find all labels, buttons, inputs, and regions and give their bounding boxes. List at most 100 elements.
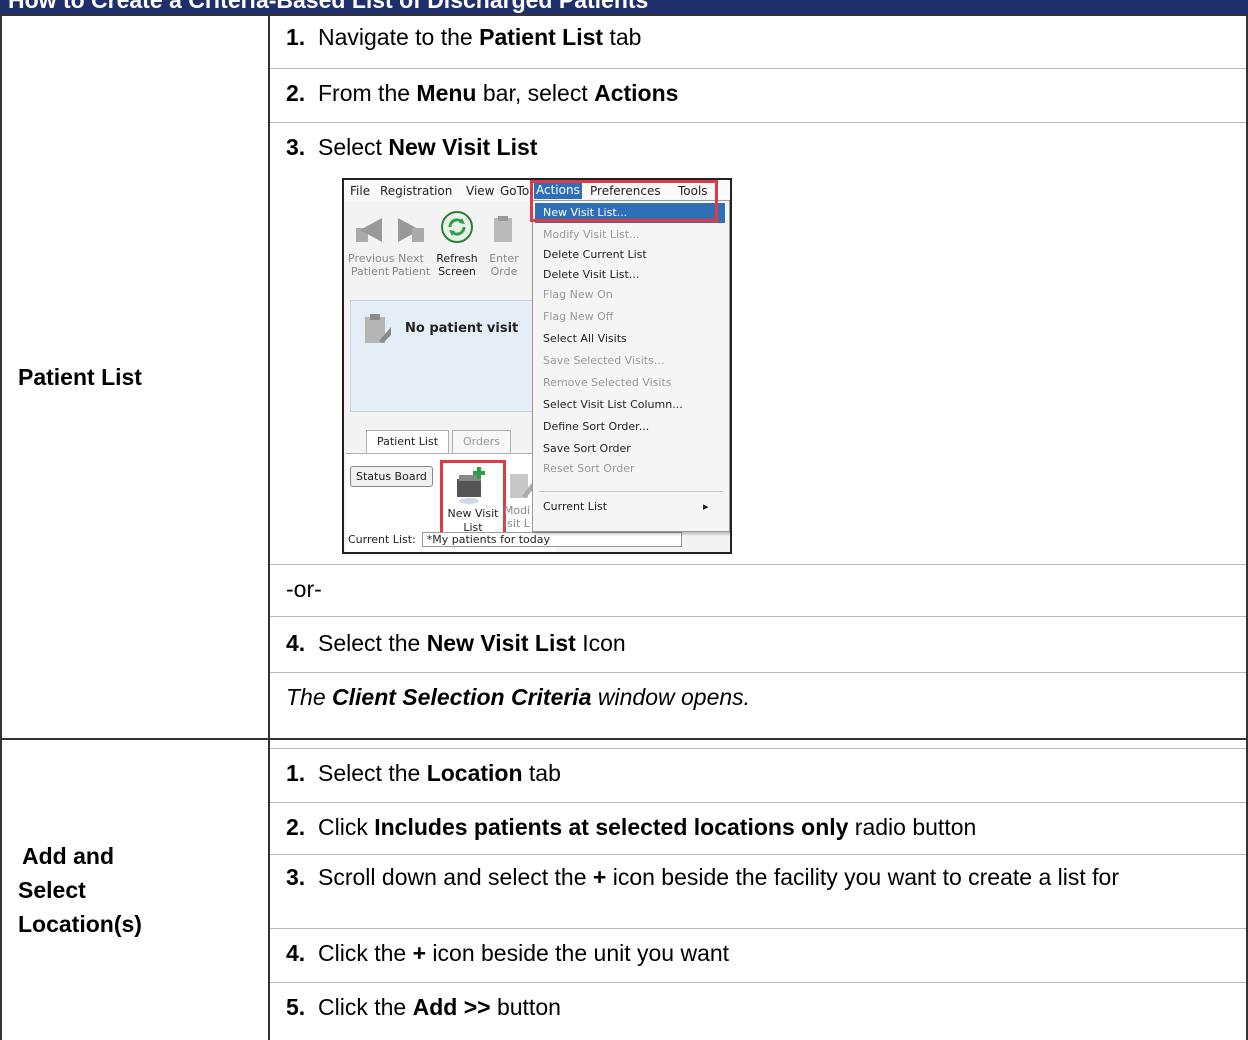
page-title: How to Create a Criteria-Based List of D… — [8, 0, 649, 13]
step-number: 3. — [286, 864, 306, 890]
step-text: Select the — [318, 630, 427, 656]
or-separator: -or- — [286, 576, 322, 602]
section-label-add-location: Add and Select Location(s) — [0, 738, 270, 1040]
step-text: Icon — [575, 630, 626, 656]
menu-item-select-visit-list-column[interactable]: Select Visit List Column... — [543, 395, 683, 415]
menu-item-modify-visit-list[interactable]: Modify Visit List... — [543, 225, 640, 245]
section-body-patient-list: 1. Navigate to the Patient List tab 2. Fro… — [268, 14, 1248, 740]
step-number: 1. — [286, 24, 306, 50]
step-text: Select — [318, 134, 389, 160]
next-patient-label: Next Patient — [391, 252, 431, 278]
menu-item-current-list[interactable]: Current List — [543, 497, 607, 517]
step-text: Select the — [318, 760, 427, 786]
embedded-screenshot: File Registration View GoTo Actions Pref… — [342, 178, 732, 554]
step-bold: + — [412, 940, 427, 966]
new-visit-list-icon — [457, 467, 485, 504]
step-text: tab — [603, 24, 642, 50]
step-1: 1. Select the Location tab — [286, 760, 561, 787]
step-text: bar, select — [476, 80, 595, 106]
menu-item-flag-new-off[interactable]: Flag New Off — [543, 307, 613, 327]
step-bold: New Visit List — [426, 630, 576, 656]
step-text: button — [490, 994, 561, 1020]
refresh-screen-icon[interactable] — [440, 210, 474, 244]
divider — [270, 748, 1246, 749]
step-number: 2. — [286, 814, 306, 840]
new-visit-list-label: New Visit List — [447, 507, 499, 534]
menu-item-remove-selected-visits[interactable]: Remove Selected Visits — [543, 373, 672, 393]
previous-patient-icon[interactable] — [354, 214, 384, 244]
step-text: Navigate to the — [318, 24, 480, 50]
menu-item-flag-new-on[interactable]: Flag New On — [543, 285, 613, 305]
previous-patient-label: Previous Patient — [348, 252, 395, 278]
label-line: Add and — [22, 843, 114, 869]
current-list-field[interactable]: *My patients for today — [421, 532, 682, 547]
step-bold: Includes patients at selected locations … — [374, 814, 849, 840]
step-number: 5. — [286, 994, 306, 1020]
section-body-add-location: 1. Select the Location tab 2. Click Includ… — [268, 738, 1248, 1040]
divider — [270, 122, 1246, 123]
step-3: 3. Scroll down and select the + icon bes… — [286, 864, 1186, 891]
menu-item-delete-visit-list[interactable]: Delete Visit List... — [543, 265, 639, 285]
step-3: 3. Select New Visit List — [286, 134, 537, 161]
status-board-button[interactable]: Status Board — [350, 466, 433, 487]
menu-goto[interactable]: GoTo — [500, 184, 529, 198]
step-4: 4. Click the + icon beside the unit you w… — [286, 940, 729, 967]
table-row: Add and Select Location(s) 1. Select the … — [0, 738, 1248, 1040]
label-line: Location(s) — [18, 911, 142, 937]
divider — [270, 564, 1246, 565]
label-line: Select — [18, 877, 86, 903]
step-2: 2. From the Menu bar, select Actions — [286, 80, 678, 107]
divider — [270, 672, 1246, 673]
step-number: 2. — [286, 80, 306, 106]
divider — [270, 928, 1246, 929]
step-text: radio button — [848, 814, 977, 840]
current-list-label: Current List: — [348, 533, 416, 546]
actions-dropdown-menu: New Visit List... Modify Visit List... D… — [532, 200, 730, 532]
menu-item-define-sort-order[interactable]: Define Sort Order... — [543, 417, 649, 437]
step-2: 2. Click Includes patients at selected lo… — [286, 814, 976, 841]
note-text: window opens. — [591, 684, 751, 710]
note-text: The — [286, 684, 333, 710]
step-5: 5. Click the Add >> button — [286, 994, 561, 1021]
menu-item-select-all-visits[interactable]: Select All Visits — [543, 329, 627, 349]
step-number: 1. — [286, 760, 306, 786]
menu-item-save-sort-order[interactable]: Save Sort Order — [543, 439, 631, 459]
note-bold: Client Selection Criteria — [332, 684, 592, 710]
step-text: icon beside the unit you want — [426, 940, 730, 966]
menu-item-delete-current-list[interactable]: Delete Current List — [543, 245, 647, 265]
divider — [270, 982, 1246, 983]
menu-view[interactable]: View — [466, 184, 494, 198]
step-text: Scroll down and select the + icon beside… — [318, 864, 1119, 890]
step-bold: New Visit List — [388, 134, 538, 160]
step-1: 1. Navigate to the Patient List tab — [286, 24, 641, 51]
divider — [270, 68, 1246, 69]
menu-item-reset-sort-order[interactable]: Reset Sort Order — [543, 459, 635, 479]
procedure-table: Patient List 1. Navigate to the Patient L… — [0, 14, 1248, 1040]
modify-visit-list-label: Modi isit L — [503, 504, 531, 530]
step-bold: Actions — [594, 80, 679, 106]
step-bold: Add >> — [412, 994, 491, 1020]
tab-patient-list[interactable]: Patient List — [366, 430, 450, 454]
divider — [270, 802, 1246, 803]
next-patient-icon[interactable] — [396, 214, 426, 244]
clipboard-icon — [365, 314, 391, 343]
step-number: 4. — [286, 630, 306, 656]
banner-text: No patient visit — [405, 321, 519, 336]
step-text: Click the — [318, 994, 413, 1020]
menu-item-save-selected-visits[interactable]: Save Selected Visits... — [543, 351, 664, 371]
step-bold: Location — [426, 760, 523, 786]
divider — [270, 616, 1246, 617]
enter-order-icon[interactable] — [490, 214, 520, 244]
step-4: 4. Select the New Visit List Icon — [286, 630, 626, 657]
menu-file[interactable]: File — [350, 184, 370, 198]
tab-orders[interactable]: Orders — [452, 430, 511, 454]
enter-order-label: Enter Orde — [489, 252, 519, 278]
step-number: 3. — [286, 134, 306, 160]
result-note: The Client Selection Criteria window ope… — [286, 684, 750, 711]
step-text: From the — [318, 80, 417, 106]
step-bold: Patient List — [479, 24, 604, 50]
divider — [270, 854, 1246, 855]
step-number: 4. — [286, 940, 306, 966]
step-text: Click the — [318, 940, 413, 966]
menu-registration[interactable]: Registration — [380, 184, 452, 198]
